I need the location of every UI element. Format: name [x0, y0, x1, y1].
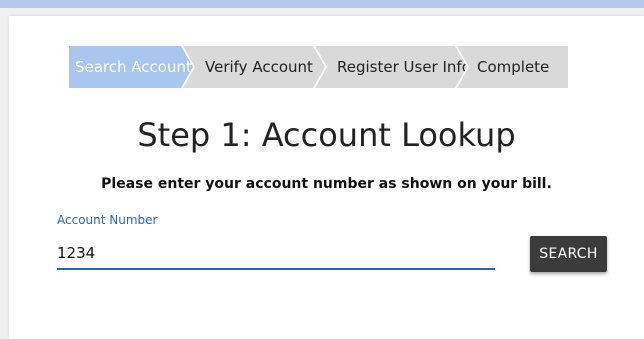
- step-verify-account: Verify Account: [183, 46, 325, 88]
- step-register-user-info: Register User Info: [315, 46, 467, 88]
- progress-steps: Search Account Verify Account Register U…: [69, 46, 568, 88]
- step-label: Complete: [477, 58, 550, 76]
- account-number-input[interactable]: [57, 238, 495, 270]
- registration-card: Search Account Verify Account Register U…: [9, 16, 644, 339]
- page-title: Step 1: Account Lookup: [137, 116, 516, 154]
- step-label: Search Account: [75, 58, 192, 76]
- step-complete: Complete: [457, 46, 568, 88]
- search-button[interactable]: SEARCH: [530, 236, 607, 272]
- top-accent-bar: [0, 0, 644, 8]
- step-label: Verify Account: [205, 58, 313, 76]
- account-number-label: Account Number: [57, 213, 158, 227]
- instructions-text: Please enter your account number as show…: [101, 176, 552, 192]
- step-label: Register User Info: [337, 58, 471, 76]
- step-search-account: Search Account: [69, 46, 193, 88]
